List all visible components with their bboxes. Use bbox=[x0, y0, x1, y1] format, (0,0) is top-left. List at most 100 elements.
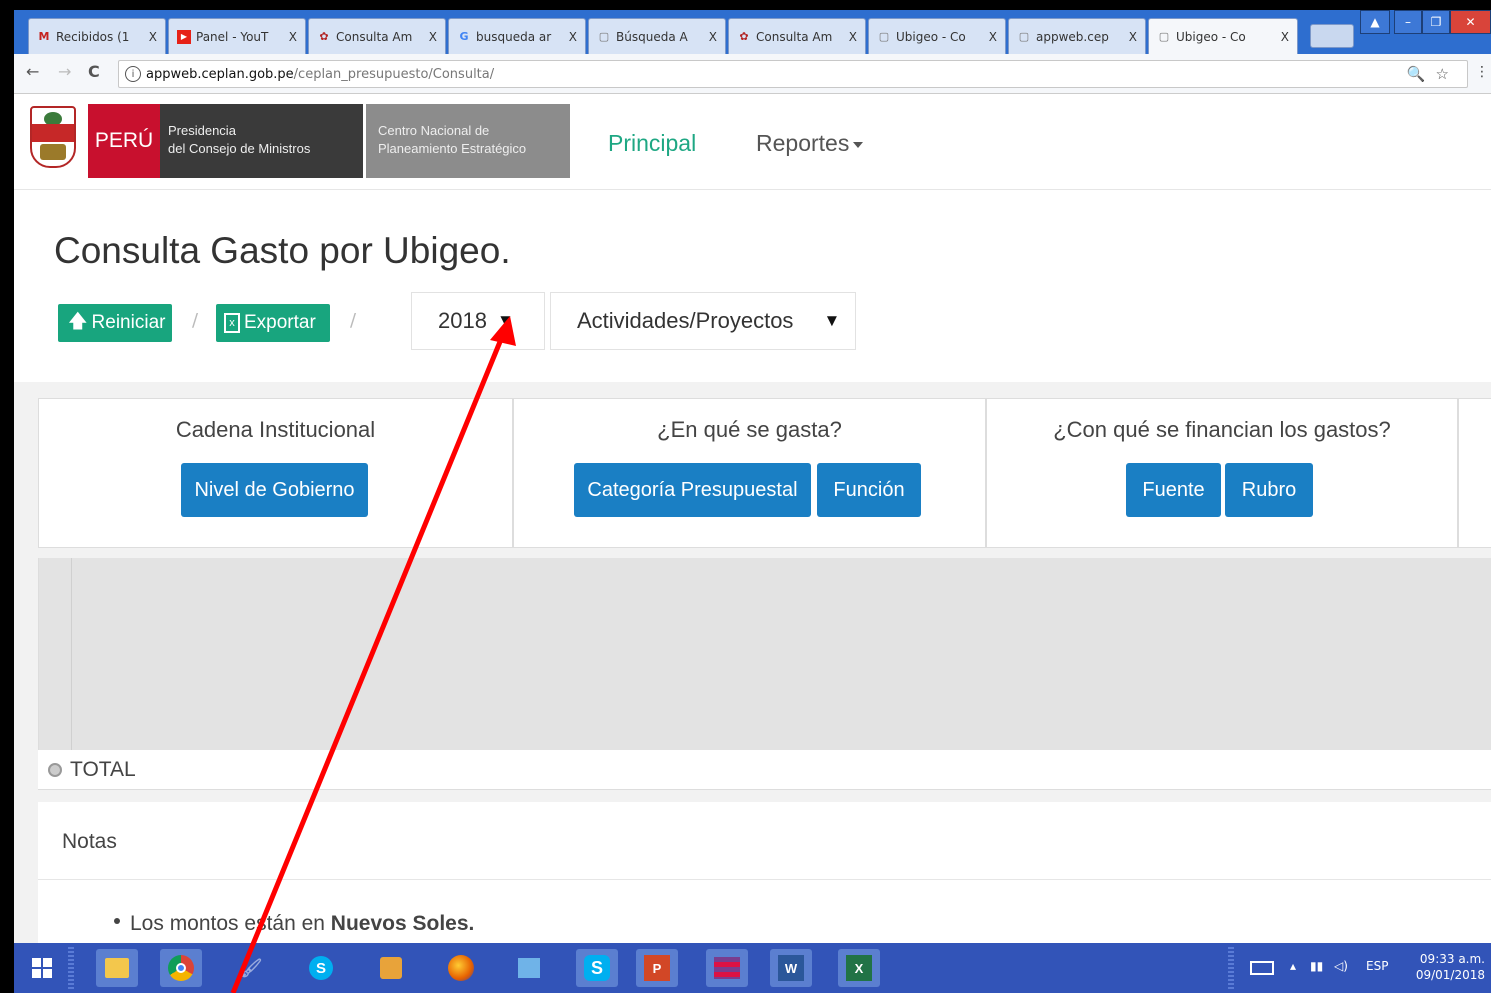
rubro-button[interactable]: Rubro bbox=[1225, 463, 1313, 517]
minimize-button[interactable]: – bbox=[1394, 10, 1422, 34]
tab-appweb[interactable]: ▢ appweb.cep X bbox=[1008, 18, 1146, 54]
page-title: Consulta Gasto por Ubigeo. bbox=[54, 230, 511, 271]
page-icon: ▢ bbox=[1158, 30, 1170, 43]
pcm-line2: del Consejo de Ministros bbox=[168, 141, 311, 156]
speaker-icon[interactable]: ◁) bbox=[1334, 959, 1348, 973]
tab-close-icon[interactable]: X bbox=[1281, 30, 1289, 44]
tab-strip: M Recibidos (1 X ▶ Panel - YouT X ✿ Cons… bbox=[14, 10, 1491, 54]
page-icon: ▢ bbox=[878, 30, 890, 43]
peru-logo[interactable]: PERÚ bbox=[88, 104, 160, 178]
show-hidden-icons[interactable]: ▴ bbox=[1290, 959, 1296, 973]
panel-heading: ¿Con qué se financian los gastos? bbox=[1053, 417, 1391, 442]
categoria-presupuestal-button[interactable]: Categoría Presupuestal bbox=[574, 463, 811, 517]
tab-close-icon[interactable]: X bbox=[149, 30, 157, 44]
language-indicator[interactable]: ESP bbox=[1366, 959, 1388, 973]
reload-icon[interactable]: C bbox=[88, 62, 100, 81]
scope-select[interactable]: Actividades/Proyectos ▼ bbox=[550, 292, 856, 350]
reiniciar-label: Reiniciar bbox=[91, 312, 166, 333]
nav-principal[interactable]: Principal bbox=[608, 130, 696, 157]
tab-gmail[interactable]: M Recibidos (1 X bbox=[28, 18, 166, 54]
tab-close-icon[interactable]: X bbox=[989, 30, 997, 44]
info-icon[interactable]: i bbox=[125, 66, 141, 82]
skype-icon[interactable]: S bbox=[300, 949, 342, 987]
funcion-button[interactable]: Función bbox=[817, 463, 921, 517]
tab-ubigeo-1[interactable]: ▢ Ubigeo - Co X bbox=[868, 18, 1006, 54]
back-icon[interactable]: ← bbox=[26, 62, 39, 81]
ceplan-logo[interactable]: Centro Nacional de Planeamiento Estratég… bbox=[366, 104, 570, 178]
url-host: appweb.ceplan.gob.pe bbox=[146, 66, 294, 82]
separator: / bbox=[350, 310, 357, 331]
ceplan-line2: Planeamiento Estratégico bbox=[378, 141, 527, 156]
panel-en-que-se-gasta: ¿En qué se gasta? Categoría Presupuestal… bbox=[513, 398, 986, 548]
tab-close-icon[interactable]: X bbox=[429, 30, 437, 44]
browser-window: M Recibidos (1 X ▶ Panel - YouT X ✿ Cons… bbox=[14, 10, 1491, 993]
user-icon[interactable]: ▲ bbox=[1360, 10, 1390, 34]
url-input[interactable]: i appweb.ceplan.gob.pe /ceplan_presupues… bbox=[118, 60, 1468, 88]
new-tab-button[interactable] bbox=[1310, 24, 1354, 48]
tab-title: Ubigeo - Co bbox=[1176, 29, 1246, 44]
exportar-button[interactable]: x Exportar bbox=[216, 304, 330, 342]
peru-shield-icon: ✿ bbox=[739, 30, 749, 43]
tab-close-icon[interactable]: X bbox=[709, 30, 717, 44]
panel-partial bbox=[1458, 398, 1491, 548]
tab-busqueda[interactable]: ▢ Búsqueda A X bbox=[588, 18, 726, 54]
dropdown-arrow-icon: ▼ bbox=[823, 311, 841, 330]
forward-icon[interactable]: → bbox=[58, 62, 71, 81]
tab-ubigeo-active[interactable]: ▢ Ubigeo - Co X bbox=[1148, 18, 1298, 54]
puzzle-app-icon[interactable] bbox=[370, 949, 412, 987]
tab-title: Consulta Am bbox=[756, 29, 833, 44]
tab-close-icon[interactable]: X bbox=[849, 30, 857, 44]
nav-reportes[interactable]: Reportes bbox=[756, 130, 864, 157]
browser-menu-icon[interactable]: ⋮ bbox=[1475, 64, 1489, 80]
notes-header: Notas bbox=[38, 802, 1491, 880]
arrow-up-icon: 🡅 bbox=[68, 311, 88, 332]
tab-close-icon[interactable]: X bbox=[569, 30, 577, 44]
nivel-gobierno-button[interactable]: Nivel de Gobierno bbox=[181, 463, 368, 517]
close-window-button[interactable]: ✕ bbox=[1450, 10, 1491, 34]
nav-reportes-label: Reportes bbox=[756, 130, 850, 156]
google-icon: G bbox=[459, 30, 469, 43]
keyboard-icon[interactable] bbox=[1244, 949, 1280, 987]
year-value: 2018 bbox=[438, 308, 487, 333]
zoom-bookmark-icons[interactable]: 🔍☆ bbox=[1407, 65, 1459, 83]
tab-consulta-1[interactable]: ✿ Consulta Am X bbox=[308, 18, 446, 54]
scope-value: Actividades/Proyectos bbox=[577, 308, 794, 333]
radio-icon[interactable] bbox=[48, 762, 62, 777]
reiniciar-button[interactable]: 🡅 Reiniciar bbox=[58, 304, 172, 342]
tab-close-icon[interactable]: X bbox=[1129, 30, 1137, 44]
tab-youtube[interactable]: ▶ Panel - YouT X bbox=[168, 18, 306, 54]
file-explorer-icon[interactable] bbox=[96, 949, 138, 987]
skype-business-icon[interactable]: S bbox=[576, 949, 618, 987]
caret-down-icon bbox=[853, 141, 864, 148]
excel-icon[interactable]: X bbox=[838, 949, 880, 987]
tab-title: Recibidos (1 bbox=[56, 29, 130, 44]
total-row[interactable]: TOTAL bbox=[38, 750, 1491, 790]
powerpoint-icon[interactable]: P bbox=[636, 949, 678, 987]
panel-financiamiento: ¿Con qué se financian los gastos? Fuente… bbox=[986, 398, 1458, 548]
maximize-button[interactable]: ❐ bbox=[1422, 10, 1450, 34]
chrome-icon[interactable] bbox=[160, 949, 202, 987]
site-header: PERÚ Presidencia del Consejo de Ministro… bbox=[14, 94, 1491, 190]
firefox-icon[interactable] bbox=[440, 949, 482, 987]
paint-icon[interactable]: 🖌 bbox=[230, 949, 272, 987]
tab-title: Consulta Am bbox=[336, 29, 413, 44]
panel-heading: ¿En qué se gasta? bbox=[657, 417, 842, 442]
tab-close-icon[interactable]: X bbox=[289, 30, 297, 44]
network-icon[interactable]: ▮▮ bbox=[1310, 959, 1323, 973]
pcm-logo[interactable]: Presidencia del Consejo de Ministros bbox=[160, 104, 363, 178]
year-select[interactable]: 2018 ▼ bbox=[411, 292, 545, 350]
windows-start-icon[interactable] bbox=[22, 949, 62, 987]
tab-title: Búsqueda A bbox=[616, 29, 688, 44]
page-icon: ▢ bbox=[1018, 30, 1030, 43]
tab-google[interactable]: G busqueda ar X bbox=[448, 18, 586, 54]
tab-consulta-2[interactable]: ✿ Consulta Am X bbox=[728, 18, 866, 54]
tab-title: appweb.cep bbox=[1036, 29, 1109, 44]
youtube-icon: ▶ bbox=[177, 29, 191, 44]
pcm-line1: Presidencia bbox=[168, 123, 236, 138]
gmail-icon: M bbox=[38, 30, 50, 43]
winrar-icon[interactable] bbox=[706, 949, 748, 987]
clock[interactable]: 09:33 a.m. 09/01/2018 bbox=[1416, 951, 1485, 983]
fuente-button[interactable]: Fuente bbox=[1126, 463, 1221, 517]
word-icon[interactable]: W bbox=[770, 949, 812, 987]
control-panel-icon[interactable] bbox=[508, 949, 550, 987]
